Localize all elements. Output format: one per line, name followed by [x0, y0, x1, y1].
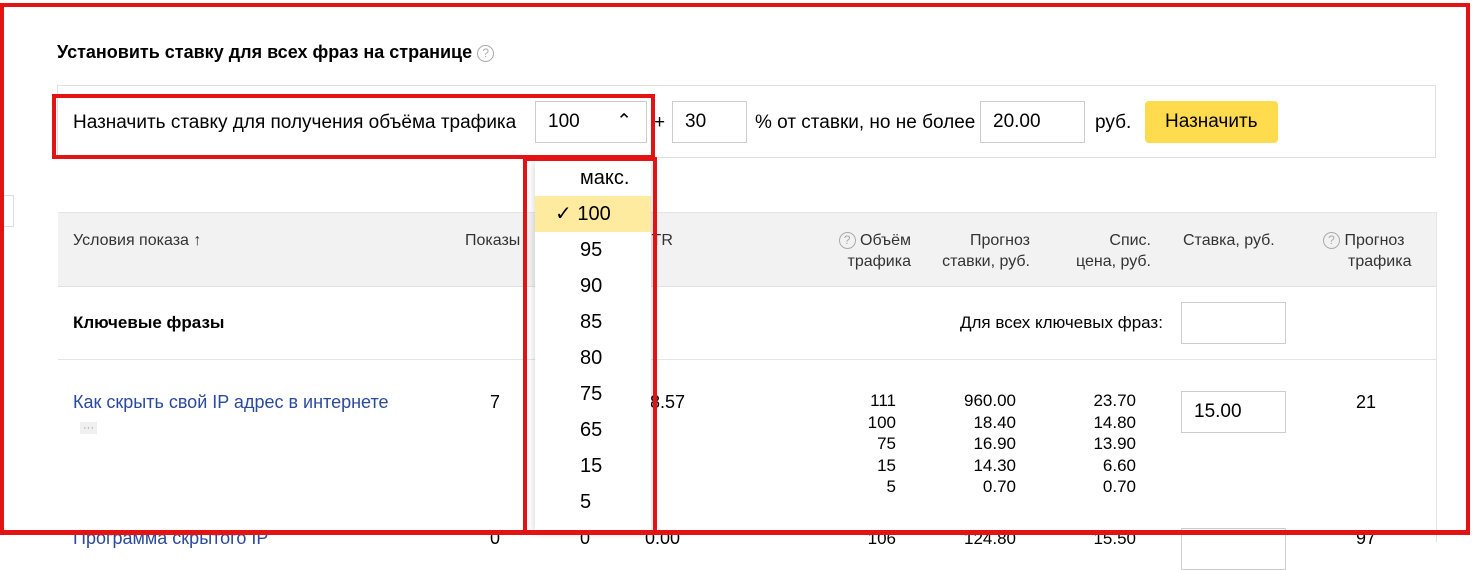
dropdown-option[interactable]: 85 [535, 304, 651, 340]
more-icon[interactable]: ··· [80, 422, 97, 434]
percent-input[interactable]: 30 [672, 101, 747, 143]
col-forecast-bid-line1: Прогноз [969, 232, 1030, 249]
col-conditions-label: Условия показа [73, 232, 189, 249]
max-bid-input[interactable]: 20.00 [980, 101, 1085, 143]
traffic-label: Назначить ставку для получения объёма тр… [73, 112, 517, 133]
traffic-dropdown: макс. ✓ 100 95 90 85 80 75 65 15 5 [535, 160, 651, 530]
assign-button[interactable]: Назначить [1145, 101, 1278, 143]
help-icon[interactable]: ? [838, 232, 856, 250]
charged-list: 23.70 14.80 13.90 6.60 0.70 [1050, 390, 1136, 498]
table-border [1436, 212, 1437, 542]
volume-value: 15 [877, 455, 896, 475]
currency-label: руб. [1095, 112, 1132, 133]
col-ft-line2: трафика [1348, 253, 1412, 270]
chevron-up-icon: ⌃ [616, 111, 632, 132]
side-tab[interactable] [0, 195, 14, 227]
help-icon[interactable]: ? [1323, 232, 1340, 250]
forecast-bid-value: 960.00 [964, 391, 1016, 410]
forecast-bid-list: 960.00 18.40 16.90 14.30 0.70 [930, 390, 1016, 498]
phrase-link[interactable]: Как скрыть свой IP адрес в интернете [73, 392, 389, 413]
charged-value: 13.90 [1093, 434, 1136, 453]
dropdown-option[interactable]: 95 [535, 232, 651, 268]
forecast-traffic-value: 21 [1356, 392, 1377, 412]
check-icon: ✓ [555, 203, 572, 225]
charged-value: 15.50 [1093, 529, 1136, 548]
group-label: Ключевые фразы [73, 313, 225, 332]
traffic-select[interactable]: 100 ⌃ [535, 101, 647, 143]
col-volume-line2: трафика [847, 253, 911, 270]
phrase-link[interactable]: Программа скрытого IP [73, 528, 268, 549]
page-title: Установить ставку для всех фраз на стран… [57, 42, 495, 63]
dropdown-option[interactable]: 90 [535, 268, 651, 304]
dropdown-option-selected[interactable]: ✓ 100 [535, 196, 651, 232]
shows-value: 7 [490, 392, 501, 412]
option-label: 100 [577, 203, 611, 225]
forecast-bid-value: 124.80 [964, 529, 1016, 548]
dropdown-option[interactable]: 65 [535, 412, 651, 448]
charged-value: 0.70 [1102, 477, 1136, 496]
percent-label: % от ставки, но не более [755, 112, 976, 133]
divider [58, 359, 1436, 360]
volume-value: 100 [867, 412, 896, 432]
dropdown-option[interactable]: 75 [535, 376, 651, 412]
forecast-bid-value: 0.70 [982, 477, 1016, 496]
col-shows[interactable]: Показы [465, 230, 520, 251]
col-charged-line1: Спис. [1109, 232, 1151, 249]
volume-value: 106 [867, 529, 896, 548]
forecast-bid-value: 14.30 [973, 455, 1016, 475]
volume-list: 111 100 75 15 5 [840, 390, 896, 498]
clicks-value: 0 [580, 528, 591, 548]
plus-sign: + [654, 112, 666, 133]
col-charged[interactable]: Спис. цена, руб. [1040, 230, 1151, 272]
all-phrases-bid-input[interactable] [1181, 302, 1286, 344]
forecast-bid-value: 18.40 [973, 412, 1016, 432]
col-ft-line1: Прогноз [1344, 232, 1405, 249]
col-bid[interactable]: Ставка, руб. [1183, 230, 1275, 251]
sort-arrow-icon: ↑ [193, 232, 202, 249]
bid-input[interactable]: 15.00 [1181, 391, 1286, 433]
col-charged-line2: цена, руб. [1075, 253, 1151, 270]
all-phrases-label: Для всех ключевых фраз: [960, 313, 1163, 332]
shows-value: 0 [490, 528, 501, 548]
charged-value: 14.80 [1093, 412, 1136, 432]
col-volume[interactable]: ? Объём трафика [820, 230, 911, 272]
traffic-select-value: 100 [548, 111, 580, 132]
col-forecast-traffic[interactable]: ? Прогноз трафика [1323, 230, 1411, 272]
help-icon[interactable]: ? [477, 44, 495, 62]
col-forecast-bid[interactable]: Прогноз ставки, руб. [920, 230, 1030, 272]
col-conditions[interactable]: Условия показа ↑ [73, 230, 201, 251]
col-forecast-bid-line2: ставки, руб. [942, 253, 1030, 270]
ctr-value: 0.00 [645, 528, 681, 548]
volume-value: 111 [870, 391, 896, 410]
volume-value: 5 [886, 477, 896, 496]
ctr-value: 8.57 [650, 392, 686, 412]
dropdown-option[interactable]: 80 [535, 340, 651, 376]
dropdown-option[interactable]: макс. [535, 160, 651, 196]
forecast-traffic-value: 97 [1356, 528, 1377, 548]
col-volume-line1: Объём [860, 232, 911, 249]
charged-value: 6.60 [1102, 455, 1136, 475]
forecast-bid-value: 16.90 [973, 434, 1016, 453]
charged-value: 23.70 [1093, 391, 1136, 410]
dropdown-option[interactable]: 15 [535, 448, 651, 484]
title-text: Установить ставку для всех фраз на стран… [57, 42, 473, 62]
bid-input[interactable] [1181, 528, 1286, 570]
volume-value: 75 [877, 434, 896, 453]
dropdown-option[interactable]: 5 [535, 484, 651, 520]
